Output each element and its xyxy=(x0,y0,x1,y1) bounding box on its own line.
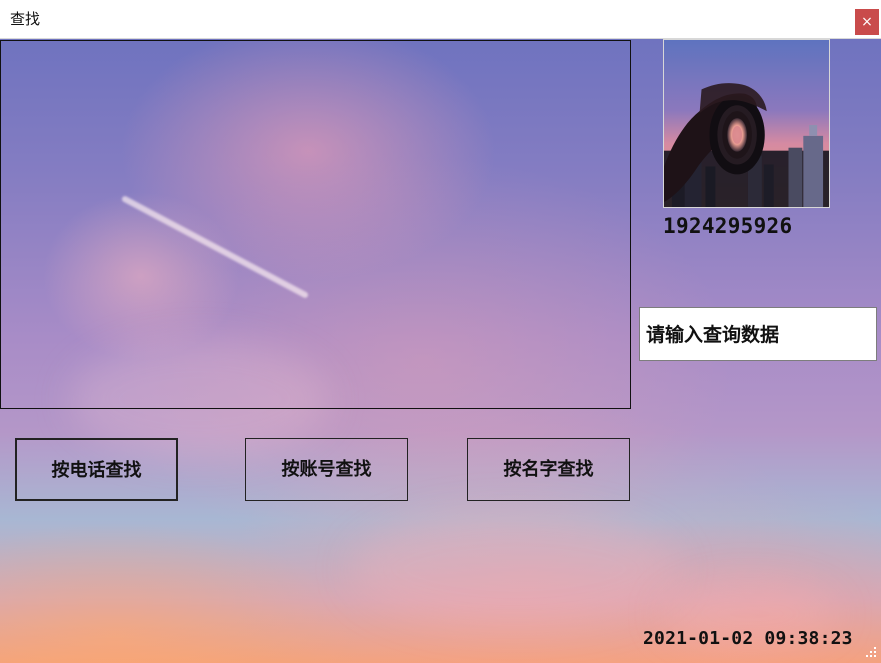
datetime-label: 2021-01-02 09:38:23 xyxy=(643,628,853,649)
search-by-account-button[interactable]: 按账号查找 xyxy=(245,438,408,501)
results-panel xyxy=(0,40,631,409)
resize-grip[interactable] xyxy=(864,645,878,659)
sky-cloud xyxy=(350,509,680,629)
search-input[interactable] xyxy=(639,307,877,361)
content-area: 1924295926 按电话查找 按账号查找 按名字查找 2021-01-02 … xyxy=(0,39,881,663)
avatar xyxy=(663,39,830,208)
resize-grip-icon xyxy=(866,647,876,657)
title-bar: 查找 × xyxy=(0,0,881,39)
search-by-phone-button[interactable]: 按电话查找 xyxy=(15,438,178,501)
search-by-name-button[interactable]: 按名字查找 xyxy=(467,438,630,501)
window-title: 查找 xyxy=(10,10,41,28)
account-number: 1924295926 xyxy=(663,214,793,238)
close-button[interactable]: × xyxy=(855,9,879,35)
camera-lens-city-icon xyxy=(664,40,829,207)
window: 查找 × 1924295926 请输入查询数据 按电话查找 按账号查找 按名字查… xyxy=(0,0,881,663)
